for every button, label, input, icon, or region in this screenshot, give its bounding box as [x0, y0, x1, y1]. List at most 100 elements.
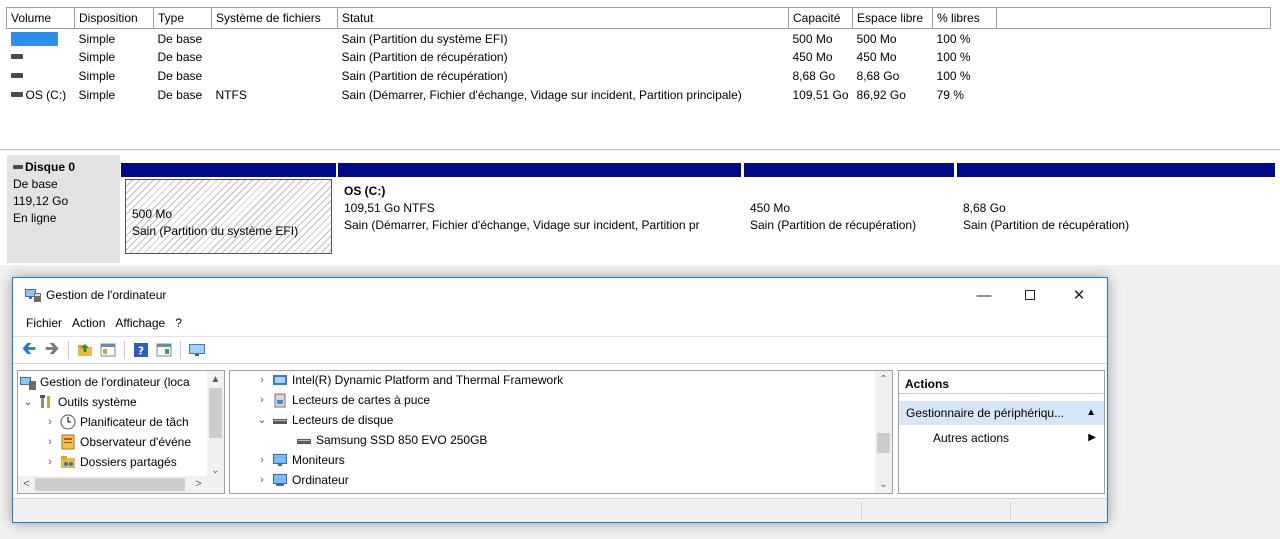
- tools-icon: [38, 394, 54, 410]
- computer-icon: [272, 472, 288, 488]
- show-hide-tree-button[interactable]: [98, 340, 118, 360]
- scroll-down-icon[interactable]: ⌄: [875, 476, 892, 493]
- chevron-right-icon[interactable]: ›: [256, 390, 268, 410]
- device-samsung-ssd[interactable]: Samsung SSD 850 EVO 250GB: [296, 430, 487, 450]
- partition-bar: [338, 163, 741, 177]
- partition-status: Sain (Partition du système EFI): [132, 224, 299, 238]
- col-header-volume[interactable]: Volume: [6, 7, 75, 29]
- disk-size: 119,12 Go: [13, 194, 69, 208]
- col-header-type[interactable]: Type: [153, 7, 212, 29]
- device-vertical-scrollbar[interactable]: ⌃ ⌄: [875, 371, 892, 493]
- help-button[interactable]: ?: [131, 340, 151, 360]
- disk-info[interactable]: Disque 0 De base 119,12 Go En ligne: [7, 155, 120, 263]
- device-category-computer[interactable]: › Ordinateur: [256, 470, 349, 490]
- tree-item-dossiers-partages[interactable]: › Dossiers partagés: [44, 452, 177, 472]
- col-header-capacity[interactable]: Capacité: [787, 7, 854, 29]
- partition-os[interactable]: OS (C:) 109,51 Go NTFS Sain (Démarrer, F…: [338, 163, 741, 257]
- shared-folder-icon: [60, 454, 76, 470]
- device-category-intel[interactable]: › Intel(R) Dynamic Platform and Thermal …: [256, 371, 563, 390]
- volume-list: Volume Disposition Type Système de fichi…: [0, 0, 1280, 150]
- toolbar: 🡰 🡲 ?: [13, 336, 1107, 364]
- chevron-right-icon[interactable]: ›: [256, 450, 268, 470]
- partition-recovery-1[interactable]: 450 Mo Sain (Partition de récupération): [744, 163, 954, 257]
- action-pane-icon: [156, 343, 172, 357]
- more-actions-item[interactable]: Autres actions ▶: [899, 427, 1104, 449]
- table-row[interactable]: Simple De base Sain (Partition de récupé…: [7, 67, 1271, 86]
- disk-state: En ligne: [13, 211, 57, 225]
- device-category-monitors[interactable]: › Moniteurs: [256, 450, 345, 470]
- table-row[interactable]: Simple De base Sain (Partition du systèm…: [7, 29, 1271, 48]
- tree-item-root[interactable]: Gestion de l'ordinateur (loca: [20, 372, 190, 392]
- chevron-right-icon[interactable]: ›: [256, 470, 268, 490]
- scroll-left-icon[interactable]: <: [18, 476, 35, 493]
- tree-item-observateur[interactable]: › Observateur d'événe: [44, 432, 191, 452]
- tree-item-planificateur[interactable]: › Planificateur de tâch: [44, 412, 189, 432]
- tree-vertical-scrollbar[interactable]: ▲ ⌄: [207, 371, 224, 479]
- menu-action[interactable]: Action: [67, 312, 110, 334]
- menu-help[interactable]: ?: [170, 312, 187, 334]
- device-category-smart-card[interactable]: › Lecteurs de cartes à puce: [256, 390, 430, 410]
- scrollbar-thumb[interactable]: [209, 388, 222, 438]
- table-row[interactable]: OS (C:) Simple De base NTFS Sain (Démarr…: [7, 86, 1271, 105]
- col-header-empty: [996, 7, 1272, 29]
- close-button[interactable]: ✕: [1056, 278, 1102, 312]
- drive-icon: [10, 54, 23, 60]
- show-action-pane-button[interactable]: [154, 340, 174, 360]
- svg-text:?: ?: [138, 345, 144, 358]
- partition-name: OS (C:): [344, 184, 386, 198]
- device-category-disk-drives[interactable]: ⌄ Lecteurs de disque: [256, 410, 393, 430]
- scroll-up-icon[interactable]: ▲: [207, 371, 224, 388]
- help-icon: ?: [134, 343, 148, 358]
- drive-icon: [10, 73, 23, 79]
- chevron-right-icon[interactable]: ›: [44, 412, 56, 432]
- collapse-up-icon[interactable]: ▲: [1086, 401, 1096, 425]
- table-row[interactable]: Simple De base Sain (Partition de récupé…: [7, 48, 1271, 67]
- forward-button[interactable]: 🡲: [42, 339, 62, 360]
- partition-size: 450 Mo: [750, 201, 791, 215]
- col-header-filesystem[interactable]: Système de fichiers: [211, 7, 338, 29]
- col-header-status[interactable]: Statut: [337, 7, 789, 29]
- minimize-button[interactable]: —: [961, 278, 1007, 312]
- partition-efi[interactable]: 500 Mo Sain (Partition du système EFI): [121, 163, 336, 257]
- col-header-disposition[interactable]: Disposition: [74, 7, 154, 29]
- status-bar: [13, 498, 1107, 522]
- status-divider: [1010, 502, 1011, 520]
- tree-item-outils-systeme[interactable]: ⌄ Outils système: [22, 392, 137, 412]
- device-manager-pane[interactable]: › Intel(R) Dynamic Platform and Thermal …: [229, 370, 893, 494]
- partition-recovery-2[interactable]: 8,68 Go Sain (Partition de récupération): [957, 163, 1275, 257]
- forward-arrow-icon: 🡲: [45, 338, 59, 358]
- actions-pane: Actions Gestionnaire de périphériqu... ▲…: [898, 370, 1105, 494]
- monitor-button[interactable]: [187, 340, 207, 360]
- menu-fichier[interactable]: Fichier: [21, 312, 67, 334]
- smart-card-icon: [272, 392, 288, 408]
- menu-affichage[interactable]: Affichage: [110, 312, 170, 334]
- chevron-down-icon[interactable]: ⌄: [256, 410, 268, 430]
- monitor-icon: [272, 452, 288, 468]
- partition-status: Sain (Partition de récupération): [750, 218, 917, 232]
- folder-up-icon: [78, 344, 92, 356]
- maximize-button[interactable]: [1007, 278, 1053, 312]
- menu-bar: Fichier Action Affichage ?: [13, 312, 187, 334]
- title-bar[interactable]: Gestion de l'ordinateur — ✕: [13, 278, 1107, 312]
- clock-icon: [60, 414, 76, 430]
- disk-drive-icon: [296, 432, 312, 448]
- up-folder-button[interactable]: [75, 340, 95, 360]
- console-tree-icon: [100, 343, 116, 357]
- scrollbar-thumb[interactable]: [35, 478, 185, 491]
- scroll-right-icon[interactable]: >: [190, 476, 207, 493]
- scroll-up-icon[interactable]: ⌃: [875, 371, 892, 388]
- col-header-free[interactable]: Espace libre: [852, 7, 934, 29]
- chevron-right-icon[interactable]: ›: [44, 452, 56, 472]
- actions-section-device-manager[interactable]: Gestionnaire de périphériqu... ▲: [899, 401, 1104, 425]
- disk-name: Disque 0: [25, 160, 76, 174]
- monitor-icon: [189, 344, 205, 356]
- tree-horizontal-scrollbar[interactable]: < >: [18, 476, 224, 493]
- chevron-right-icon[interactable]: ›: [44, 432, 56, 452]
- chevron-down-icon[interactable]: ⌄: [22, 392, 34, 412]
- console-tree[interactable]: Gestion de l'ordinateur (loca ⌄ Outils s…: [17, 370, 225, 494]
- drive-icon: [10, 31, 58, 46]
- scrollbar-thumb[interactable]: [877, 433, 890, 453]
- col-header-pct[interactable]: % libres: [932, 7, 998, 29]
- chevron-right-icon[interactable]: ›: [256, 371, 268, 390]
- back-button[interactable]: 🡰: [19, 339, 39, 360]
